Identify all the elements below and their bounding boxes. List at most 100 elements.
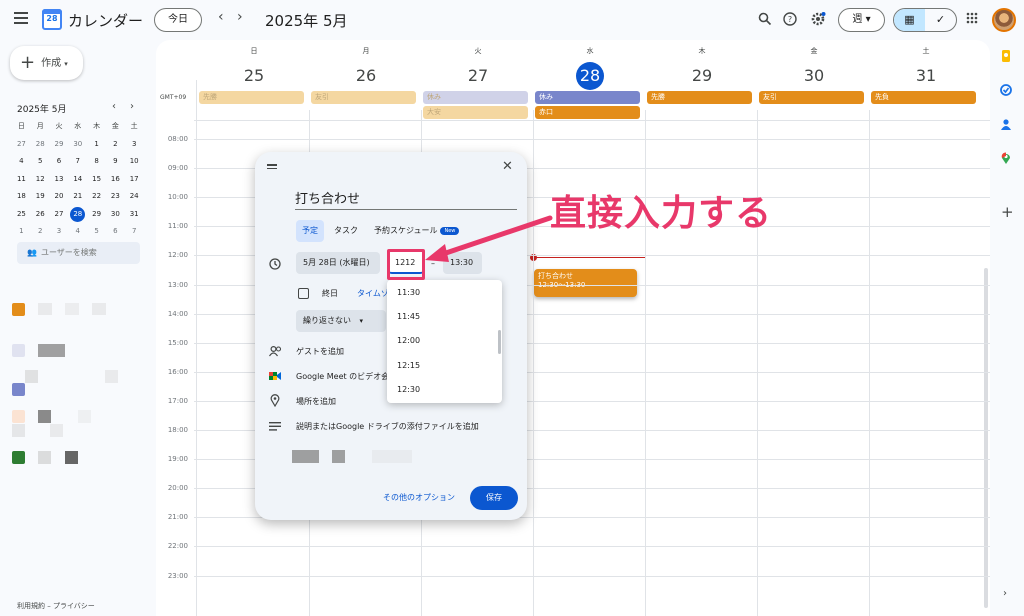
mini-day[interactable]: 16 bbox=[106, 171, 125, 189]
add-description[interactable]: 説明またはGoogle ドライブの添付ファイルを追加 bbox=[296, 421, 479, 432]
all-day-event[interactable]: 休み bbox=[423, 91, 528, 104]
mini-day[interactable]: 7 bbox=[125, 223, 144, 241]
keep-icon[interactable] bbox=[1000, 50, 1012, 62]
day-header[interactable]: 金 30 bbox=[758, 46, 870, 90]
previous-week-button[interactable]: ‹ bbox=[218, 9, 224, 25]
time-option[interactable]: 11:30 bbox=[387, 281, 502, 305]
mini-day[interactable]: 1 bbox=[12, 223, 31, 241]
mini-prev-button[interactable]: ‹ bbox=[112, 101, 116, 112]
help-icon[interactable]: ? bbox=[783, 12, 797, 26]
all-day-event[interactable]: 休み bbox=[535, 91, 640, 104]
mini-day[interactable]: 22 bbox=[87, 188, 106, 206]
day-header[interactable]: 土 31 bbox=[870, 46, 982, 90]
user-search-input[interactable]: 👥 ユーザーを検索 bbox=[17, 242, 140, 264]
all-day-event[interactable]: 友引 bbox=[759, 91, 864, 104]
mini-day[interactable]: 31 bbox=[125, 206, 144, 224]
tasks-icon[interactable] bbox=[1000, 84, 1012, 96]
contacts-icon[interactable] bbox=[1000, 118, 1012, 130]
mini-day[interactable]: 2 bbox=[31, 223, 50, 241]
mini-day[interactable]: 17 bbox=[125, 171, 144, 189]
create-button[interactable]: + 作成 ▾ bbox=[10, 46, 83, 80]
view-select[interactable]: 週 ▾ bbox=[838, 8, 885, 32]
close-icon[interactable]: ✕ bbox=[502, 159, 513, 174]
mini-day[interactable]: 6 bbox=[106, 223, 125, 241]
mini-day[interactable]: 28 bbox=[31, 136, 50, 154]
terms-privacy-link[interactable]: 利用規約 – プライバシー bbox=[17, 601, 95, 611]
mini-day[interactable]: 4 bbox=[68, 223, 87, 241]
mini-day[interactable]: 10 bbox=[125, 153, 144, 171]
event-meeting[interactable]: 打ち合わせ 12:30～13:30 bbox=[534, 269, 637, 297]
event-title-input[interactable]: 打ち合わせ bbox=[295, 188, 517, 210]
day-number[interactable]: 31 bbox=[870, 62, 982, 90]
mini-day[interactable]: 25 bbox=[12, 206, 31, 224]
mini-day[interactable]: 2 bbox=[106, 136, 125, 154]
date-picker[interactable]: 5月 28日 (水曜日) bbox=[296, 252, 380, 274]
mini-day[interactable]: 23 bbox=[106, 188, 125, 206]
mini-day[interactable]: 1 bbox=[87, 136, 106, 154]
mini-day[interactable]: 7 bbox=[68, 153, 87, 171]
tasks-view-icon[interactable]: ✓ bbox=[925, 9, 956, 31]
add-addon-icon[interactable]: + bbox=[1001, 203, 1014, 221]
mini-next-button[interactable]: › bbox=[130, 101, 134, 112]
mini-day[interactable]: 5 bbox=[87, 223, 106, 241]
mini-day[interactable]: 19 bbox=[31, 188, 50, 206]
calendar-color-swatch[interactable] bbox=[12, 410, 25, 423]
timezone-link[interactable]: タイムゾ bbox=[357, 288, 389, 299]
mini-day[interactable]: 26 bbox=[31, 206, 50, 224]
calendar-color-swatch[interactable] bbox=[12, 303, 25, 316]
time-option[interactable]: 12:00 bbox=[387, 329, 502, 353]
mini-day[interactable]: 20 bbox=[50, 188, 69, 206]
mini-day[interactable]: 24 bbox=[125, 188, 144, 206]
day-number[interactable]: 25 bbox=[198, 62, 310, 90]
mini-day[interactable]: 3 bbox=[125, 136, 144, 154]
today-button[interactable]: 今日 bbox=[154, 8, 202, 32]
mini-day[interactable]: 15 bbox=[87, 171, 106, 189]
all-day-event[interactable]: 先勝 bbox=[647, 91, 752, 104]
mini-day[interactable]: 8 bbox=[87, 153, 106, 171]
mini-day[interactable]: 9 bbox=[106, 153, 125, 171]
mini-day[interactable]: 27 bbox=[50, 206, 69, 224]
all-day-event[interactable]: 先負 bbox=[871, 91, 976, 104]
day-header[interactable]: 水 28 bbox=[534, 46, 646, 90]
calendar-color-swatch[interactable] bbox=[12, 383, 25, 396]
mini-day[interactable]: 5 bbox=[31, 153, 50, 171]
google-meet-link[interactable]: Google Meet のビデオ会 bbox=[296, 371, 389, 382]
calendar-color-swatch[interactable] bbox=[12, 344, 25, 357]
calendar-color-swatch[interactable] bbox=[12, 451, 25, 464]
mini-day[interactable]: 6 bbox=[50, 153, 69, 171]
next-week-button[interactable]: › bbox=[237, 9, 243, 25]
day-header[interactable]: 月 26 bbox=[310, 46, 422, 90]
google-apps-icon[interactable] bbox=[966, 12, 978, 24]
all-day-checkbox[interactable] bbox=[298, 288, 309, 299]
search-icon[interactable] bbox=[758, 12, 772, 26]
day-number[interactable]: 30 bbox=[758, 62, 870, 90]
mini-day[interactable]: 29 bbox=[50, 136, 69, 154]
tab-task[interactable]: タスク bbox=[328, 220, 364, 242]
save-button[interactable]: 保存 bbox=[470, 486, 518, 510]
day-number[interactable]: 28 bbox=[534, 62, 646, 90]
mini-day[interactable]: 13 bbox=[50, 171, 69, 189]
mini-day[interactable]: 3 bbox=[50, 223, 69, 241]
day-header[interactable]: 木 29 bbox=[646, 46, 758, 90]
mini-day[interactable]: 14 bbox=[68, 171, 87, 189]
repeat-select[interactable]: 繰り返さない ▾ bbox=[296, 310, 386, 332]
all-day-event[interactable]: 赤口 bbox=[535, 106, 640, 119]
mini-day[interactable]: 30 bbox=[68, 136, 87, 154]
grid-scrollbar[interactable] bbox=[984, 268, 988, 608]
settings-gear-icon[interactable] bbox=[810, 11, 826, 27]
day-header[interactable]: 火 27 bbox=[422, 46, 534, 90]
mini-day[interactable]: 29 bbox=[87, 206, 106, 224]
mini-day[interactable]: 12 bbox=[31, 171, 50, 189]
time-option[interactable]: 12:15 bbox=[387, 354, 502, 378]
tab-event[interactable]: 予定 bbox=[296, 220, 324, 242]
calendar-view-icon[interactable]: ▦ bbox=[894, 9, 925, 31]
mini-day[interactable]: 28 bbox=[68, 206, 87, 224]
add-guests[interactable]: ゲストを追加 bbox=[296, 346, 344, 357]
all-day-event[interactable]: 友引 bbox=[311, 91, 416, 104]
expand-panel-icon[interactable]: › bbox=[1003, 588, 1007, 599]
main-menu-icon[interactable] bbox=[14, 12, 28, 24]
drag-handle-icon[interactable] bbox=[267, 164, 277, 171]
day-number[interactable]: 29 bbox=[646, 62, 758, 90]
mini-day[interactable]: 18 bbox=[12, 188, 31, 206]
all-day-event[interactable]: 大安 bbox=[423, 106, 528, 119]
